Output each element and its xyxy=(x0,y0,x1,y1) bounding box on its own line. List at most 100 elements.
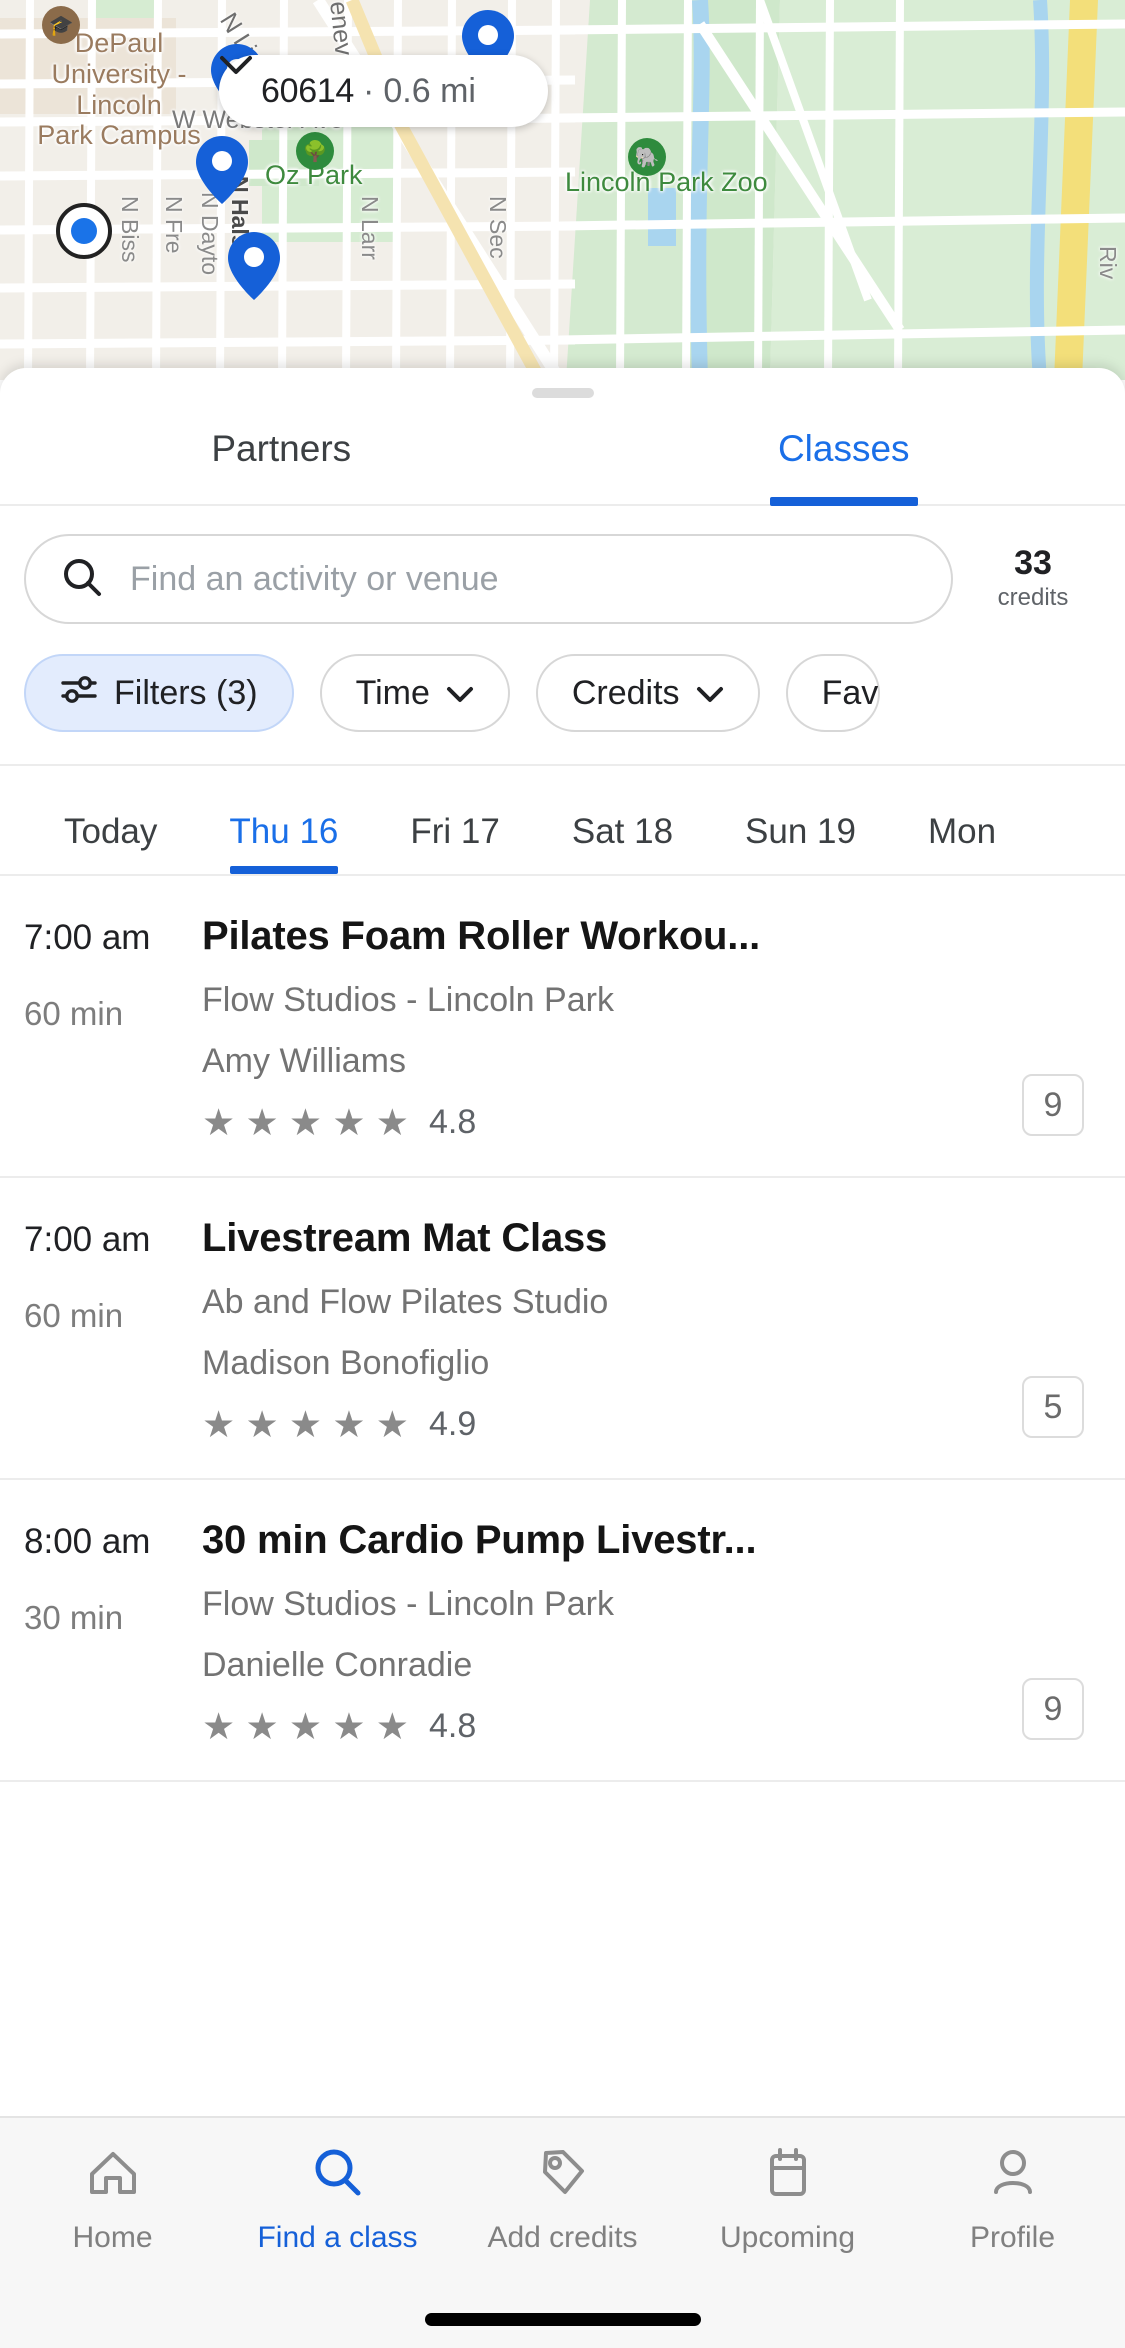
filters-label: Filters (3) xyxy=(114,673,258,712)
search-icon xyxy=(60,555,104,604)
date-tab-sat-18[interactable]: Sat 18 xyxy=(536,812,709,874)
class-credit-column: 9 xyxy=(1005,914,1101,1142)
nav-item-upcoming[interactable]: Upcoming xyxy=(675,2144,900,2255)
person-icon xyxy=(984,2144,1042,2207)
class-credit-badge: 5 xyxy=(1022,1376,1084,1438)
credits-balance: 33 credits xyxy=(953,543,1101,613)
class-instructor: Danielle Conradie xyxy=(202,1646,473,1684)
star-rating-icon: ★ ★ ★ ★ ★ xyxy=(202,1404,409,1445)
nav-item-find-a-class[interactable]: Find a class xyxy=(225,2144,450,2255)
class-instructor: Amy Williams xyxy=(202,1042,406,1080)
app-screen: DePaul University - Lincoln Park Campus … xyxy=(0,0,1125,2348)
class-start-time: 7:00 am xyxy=(24,918,151,957)
date-tab-thu-16[interactable]: Thu 16 xyxy=(193,812,374,874)
map-street-n-bissell: N Biss xyxy=(117,196,143,263)
map-street-river: Riv xyxy=(1095,246,1121,280)
park-poi-icon: 🌳 xyxy=(296,132,334,170)
class-start-time: 7:00 am xyxy=(24,1220,151,1259)
class-list-item[interactable]: 7:00 am 60 min Livestream Mat Class Ab a… xyxy=(0,1178,1125,1480)
date-tab-fri-17[interactable]: Fri 17 xyxy=(374,812,535,874)
star-rating-icon: ★ ★ ★ ★ ★ xyxy=(202,1102,409,1143)
search-icon xyxy=(309,2144,367,2207)
class-venue: Flow Studios - Lincoln Park xyxy=(202,1585,614,1623)
class-duration: 60 min xyxy=(24,995,124,1032)
class-detail-column: Livestream Mat Class Ab and Flow Pilates… xyxy=(202,1216,1005,1444)
star-rating-icon: ★ ★ ★ ★ ★ xyxy=(202,1706,409,1747)
class-rating-value: 4.8 xyxy=(428,1103,477,1141)
map-pin[interactable] xyxy=(196,136,248,204)
tag-icon xyxy=(534,2144,592,2207)
class-venue: Flow Studios - Lincoln Park xyxy=(202,981,614,1019)
map-label-lincoln-park-zoo: Lincoln Park Zoo xyxy=(565,167,768,197)
tab-classes[interactable]: Classes xyxy=(563,398,1125,504)
nav-item-add-credits[interactable]: Add credits xyxy=(450,2144,675,2255)
search-placeholder: Find an activity or venue xyxy=(130,559,499,598)
filters-button[interactable]: Filters (3) xyxy=(24,654,294,732)
class-rating-row: ★ ★ ★ ★ ★ 4.8 xyxy=(202,1707,995,1746)
class-detail-column: 30 min Cardio Pump Livestr... Flow Studi… xyxy=(202,1518,1005,1746)
class-credit-column: 9 xyxy=(1005,1518,1101,1746)
class-title: Livestream Mat Class xyxy=(202,1216,608,1260)
chevron-down-icon xyxy=(446,674,474,713)
favorites-filter-button[interactable]: Fav xyxy=(785,654,881,732)
filter-chip-row[interactable]: Filters (3) Time Credits Fav xyxy=(0,624,1125,764)
time-filter-label: Time xyxy=(355,673,430,712)
sheet-tab-bar: Partners Classes xyxy=(0,398,1125,506)
nav-label-upcoming: Upcoming xyxy=(719,2221,856,2254)
credits-label: credits xyxy=(997,584,1069,612)
zoo-poi-icon: 🐘 xyxy=(628,138,666,176)
map-street-n-larrabee: N Larr xyxy=(357,196,383,260)
class-list-item[interactable]: 8:00 am 30 min 30 min Cardio Pump Livest… xyxy=(0,1480,1125,1782)
class-rating-row: ★ ★ ★ ★ ★ 4.8 xyxy=(202,1103,995,1142)
map-pin[interactable] xyxy=(228,232,280,300)
class-title: 30 min Cardio Pump Livestr... xyxy=(202,1518,757,1562)
class-credit-column: 5 xyxy=(1005,1216,1101,1444)
date-tab-sun-19[interactable]: Sun 19 xyxy=(709,812,892,874)
school-poi-icon: 🎓 xyxy=(42,6,80,44)
search-row: Find an activity or venue 33 credits xyxy=(0,506,1125,624)
sliders-icon xyxy=(60,673,98,714)
home-indicator xyxy=(424,2313,701,2326)
date-selector[interactable]: Today Thu 16 Fri 17 Sat 18 Sun 19 Mon xyxy=(0,766,1125,874)
nav-item-home[interactable]: Home xyxy=(0,2144,225,2255)
location-filter-chip[interactable]: 60614 · 0.6 mi xyxy=(219,55,548,127)
class-time-column: 7:00 am 60 min xyxy=(24,1216,202,1444)
favorites-filter-label: Fav xyxy=(821,673,879,712)
class-detail-column: Pilates Foam Roller Workou... Flow Studi… xyxy=(202,914,1005,1142)
date-tab-today[interactable]: Today xyxy=(28,812,193,874)
class-credit-badge: 9 xyxy=(1022,1678,1084,1740)
home-icon xyxy=(84,2144,142,2207)
date-tab-mon[interactable]: Mon xyxy=(892,812,1032,874)
class-venue: Ab and Flow Pilates Studio xyxy=(202,1283,609,1321)
time-filter-button[interactable]: Time xyxy=(319,654,510,732)
nav-label-add-credits: Add credits xyxy=(487,2221,638,2254)
sheet-drag-handle[interactable] xyxy=(531,388,594,398)
chevron-down-icon xyxy=(696,674,724,713)
class-title: Pilates Foam Roller Workou... xyxy=(202,914,761,958)
credits-count: 33 xyxy=(1014,543,1052,582)
nav-label-find-a-class: Find a class xyxy=(257,2221,418,2254)
class-instructor: Madison Bonofiglio xyxy=(202,1344,490,1382)
bottom-navigation-bar: Home Find a class Add credits Upcoming P… xyxy=(0,2116,1125,2348)
nav-item-profile[interactable]: Profile xyxy=(900,2144,1125,2255)
class-start-time: 8:00 am xyxy=(24,1522,151,1561)
class-time-column: 7:00 am 60 min xyxy=(24,914,202,1142)
map-street-n-sedgwick: N Sec xyxy=(485,196,511,259)
current-location-dot xyxy=(56,203,112,259)
class-results-list: 7:00 am 60 min Pilates Foam Roller Worko… xyxy=(0,874,1125,1782)
location-distance: 0.6 mi xyxy=(383,71,476,110)
class-list-item[interactable]: 7:00 am 60 min Pilates Foam Roller Worko… xyxy=(0,876,1125,1178)
class-rating-value: 4.9 xyxy=(428,1405,477,1443)
search-input[interactable]: Find an activity or venue xyxy=(24,534,953,624)
map-view[interactable]: DePaul University - Lincoln Park Campus … xyxy=(0,0,1125,380)
tab-partners[interactable]: Partners xyxy=(0,398,563,504)
map-street-n-fremont: N Fre xyxy=(161,196,187,254)
class-duration: 30 min xyxy=(24,1599,124,1636)
nav-label-profile: Profile xyxy=(969,2221,1056,2254)
location-zip: 60614 xyxy=(261,71,355,110)
credits-filter-button[interactable]: Credits xyxy=(535,654,760,732)
bottom-sheet: Partners Classes Find an activity or ven… xyxy=(0,368,1125,2116)
class-credit-badge: 9 xyxy=(1022,1074,1084,1136)
class-duration: 60 min xyxy=(24,1297,124,1334)
calendar-icon xyxy=(759,2144,817,2207)
